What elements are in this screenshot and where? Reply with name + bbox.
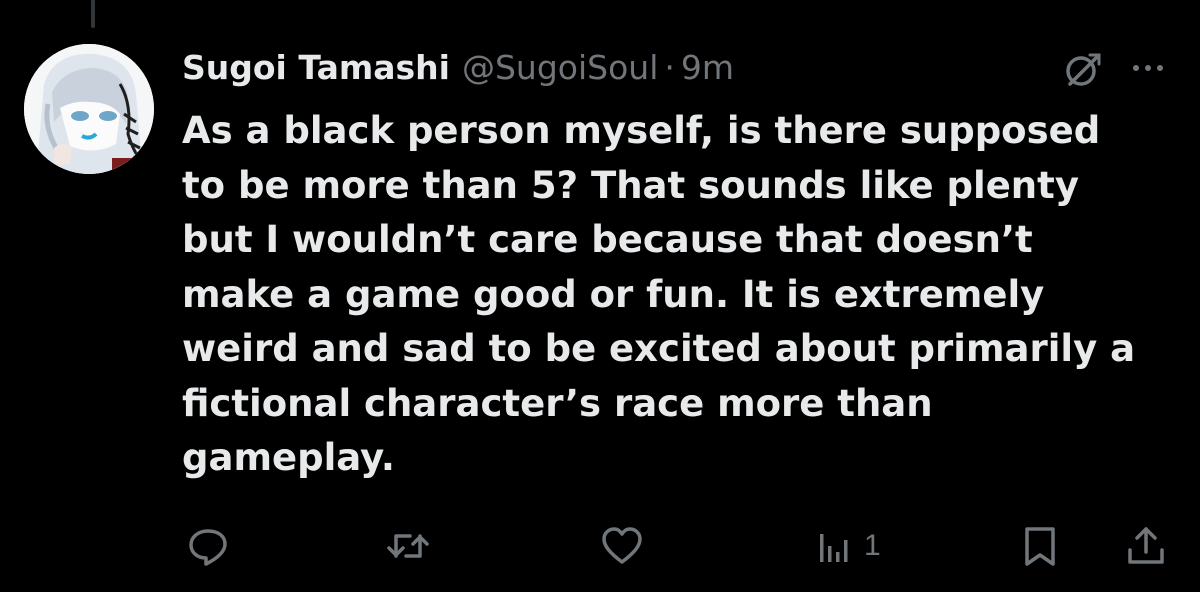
share-icon <box>1128 527 1164 564</box>
more-icon[interactable] <box>1128 52 1168 84</box>
reply-button[interactable] <box>186 522 230 570</box>
tweet-text: As a black person myself, is there suppo… <box>182 104 1172 486</box>
tweet-text-line: to be more than 5? That sounds like plen… <box>182 163 1079 207</box>
tweet-text-line: gameplay. <box>182 436 395 479</box>
tweet-text-line: but I wouldn’t care because that doesn’t <box>182 218 1033 261</box>
like-icon <box>602 527 642 564</box>
bookmark-icon <box>1025 527 1055 566</box>
tweet-timestamp[interactable]: 9m <box>681 46 734 90</box>
share-button[interactable] <box>1124 522 1168 570</box>
avatar[interactable] <box>24 44 154 174</box>
meta-separator: · <box>664 48 675 87</box>
tweet-text-line: fictional character’s race more than <box>182 381 933 425</box>
tweet-action-bar: 1 <box>0 522 1200 570</box>
views-button[interactable]: 1 <box>814 522 881 570</box>
tweet-text-line: weird and sad to be excited about primar… <box>182 327 1136 370</box>
views-icon <box>820 534 848 562</box>
tweet-text-line: make a game good or fun. It is extremely <box>182 272 1045 316</box>
author-handle[interactable]: @SugoiSoul <box>462 46 658 90</box>
retweet-button[interactable] <box>386 522 430 570</box>
author-display-name[interactable]: Sugoi Tamashi <box>182 46 450 90</box>
like-button[interactable] <box>600 522 644 570</box>
views-count: 1 <box>864 529 881 562</box>
tweet-header: Sugoi Tamashi @SugoiSoul · 9m <box>182 46 734 90</box>
retweet-icon <box>387 534 429 558</box>
reply-icon <box>189 529 227 566</box>
grok-icon[interactable] <box>1062 50 1102 90</box>
tweet-text-line: As a black person myself, is there suppo… <box>182 109 1101 152</box>
thread-connector-line <box>91 0 95 28</box>
bookmark-button[interactable] <box>1018 522 1062 570</box>
anime-avatar-icon <box>24 44 154 174</box>
